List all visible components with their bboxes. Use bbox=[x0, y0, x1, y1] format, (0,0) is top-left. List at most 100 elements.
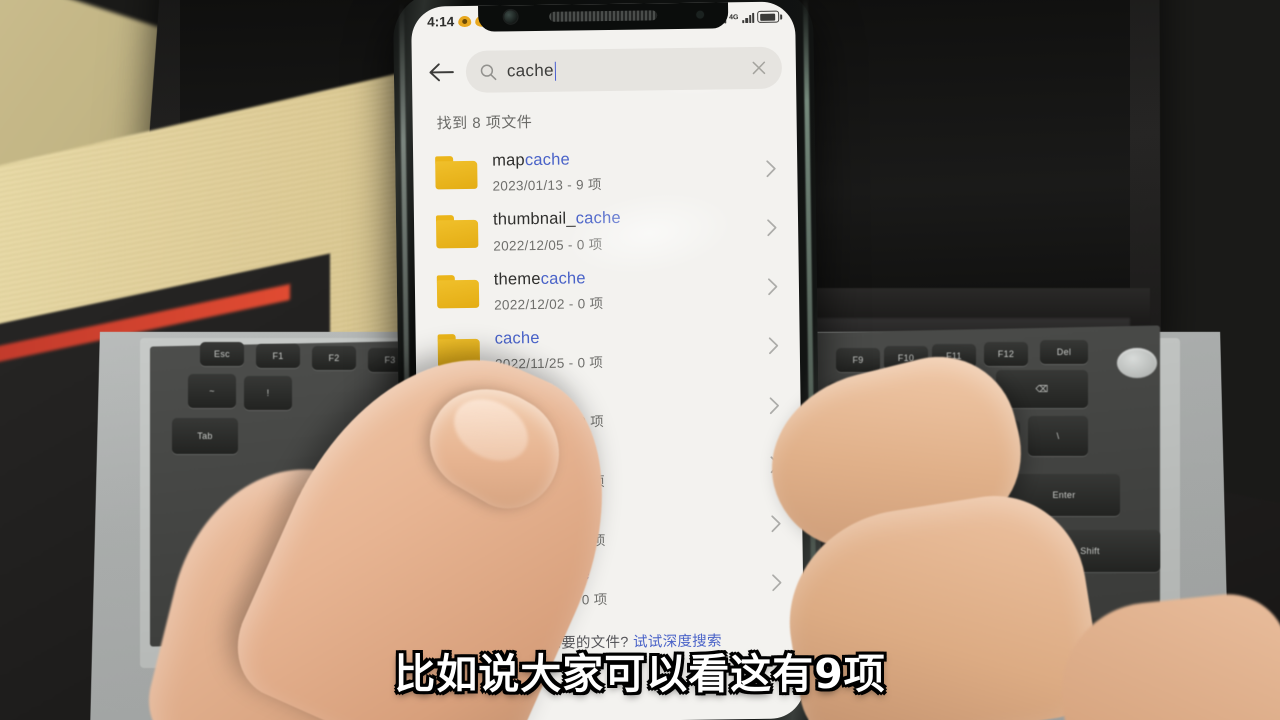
file-item-count: 0 项 bbox=[577, 295, 604, 312]
key-enter[interactable]: Enter bbox=[1008, 474, 1120, 516]
file-meta: mapcache 2023/01/13 - 9 项 bbox=[492, 146, 749, 195]
key-backspace[interactable]: ⌫ bbox=[996, 370, 1088, 408]
search-input-container[interactable]: cache bbox=[465, 46, 783, 93]
key-esc[interactable]: Esc bbox=[200, 342, 244, 366]
file-separator: - bbox=[572, 592, 578, 608]
key-tilde[interactable]: ~ bbox=[188, 374, 236, 408]
signal-icon-2 bbox=[742, 11, 755, 23]
power-button[interactable] bbox=[1117, 348, 1157, 378]
key-equals[interactable]: = bbox=[940, 374, 988, 412]
file-list-item[interactable]: themecache 2022/12/02 - 0 项 bbox=[415, 257, 800, 322]
file-list-item[interactable]: cache 2022/11/25 - 0 项 bbox=[415, 316, 800, 381]
folder-icon bbox=[438, 393, 481, 427]
status-clock: 4:14 bbox=[427, 13, 455, 29]
key-bracket-right[interactable]: ] bbox=[972, 420, 1020, 460]
search-bar: cache bbox=[412, 41, 797, 98]
file-name: cache bbox=[497, 502, 753, 528]
phone-screen: 4:14 ✻ ▴ 4G 4G bbox=[411, 1, 805, 720]
key-f10[interactable]: F10 bbox=[884, 346, 928, 370]
result-count-label: 找到 8 项文件 bbox=[436, 114, 533, 133]
chevron-right-icon bbox=[768, 337, 779, 355]
file-name: themecache bbox=[494, 265, 750, 291]
text-cursor bbox=[554, 61, 557, 81]
file-name-match: cache bbox=[540, 268, 586, 288]
file-meta: themecache 2022/12/02 - 0 项 bbox=[494, 265, 751, 314]
file-list-item[interactable]: themecache 2022/09/10 - 0 项 bbox=[419, 553, 804, 618]
key-shift[interactable]: Shift bbox=[1020, 530, 1160, 572]
file-meta: cache 2022/11/20 - 0 项 bbox=[495, 383, 752, 432]
file-list-item[interactable]: thumbnail_cache 2022/12/05 - 0 项 bbox=[414, 198, 799, 263]
search-input-value: cache bbox=[506, 60, 554, 81]
file-item-count: 0 项 bbox=[577, 355, 604, 371]
file-list-item[interactable]: mapcache 2023/01/13 - 9 项 bbox=[413, 138, 798, 203]
folder-icon bbox=[440, 511, 483, 546]
proximity-sensor-icon bbox=[696, 10, 705, 19]
file-item-count: 9 项 bbox=[575, 177, 602, 193]
network-type-label-2: 4G bbox=[729, 13, 739, 21]
file-date: 2022/11/16 bbox=[497, 533, 568, 550]
key-minus[interactable]: - bbox=[884, 378, 932, 416]
file-subtitle: 2022/11/16 - 1 项 bbox=[497, 527, 753, 551]
file-subtitle: 2022/12/02 - 0 项 bbox=[494, 290, 750, 314]
file-name-prefix: map bbox=[492, 151, 525, 170]
key-0[interactable]: 0 bbox=[828, 382, 876, 420]
search-input[interactable]: cache bbox=[507, 58, 740, 81]
back-button[interactable] bbox=[426, 57, 456, 87]
file-name: mapcache bbox=[492, 146, 748, 172]
folder-icon bbox=[440, 571, 484, 605]
file-item-count: 0 项 bbox=[576, 236, 603, 252]
file-subtitle: 2022/11/20 - 0 项 bbox=[497, 468, 753, 492]
key-1[interactable]: ! bbox=[244, 376, 292, 410]
file-name-prefix: theme bbox=[497, 565, 545, 585]
file-meta: cache 2022/11/25 - 0 项 bbox=[494, 324, 751, 373]
file-meta: cache 2022/11/20 - 0 项 bbox=[496, 442, 753, 491]
file-item-count: 0 项 bbox=[579, 473, 605, 490]
file-date: 2022/12/05 bbox=[493, 237, 565, 254]
key-del[interactable]: Del bbox=[1040, 340, 1088, 364]
key-bracket-left[interactable]: [ bbox=[916, 424, 964, 464]
file-name: thumbnail_cache bbox=[493, 205, 749, 231]
close-icon[interactable] bbox=[750, 59, 768, 77]
file-list-item[interactable]: cache 2022/11/20 - 0 项 bbox=[417, 435, 802, 500]
file-name-prefix: theme bbox=[493, 269, 541, 289]
file-list: mapcache 2023/01/13 - 9 项 thumbnail_cache 2… bbox=[413, 138, 804, 617]
key-f12[interactable]: F12 bbox=[984, 342, 1028, 366]
key-semicolon[interactable]: ; bbox=[952, 478, 1000, 518]
video-subtitle: 比如说大家可以看这有9项 bbox=[394, 650, 886, 698]
folder-icon bbox=[435, 156, 478, 190]
file-name: cache bbox=[494, 324, 750, 350]
chevron-right-icon bbox=[766, 160, 776, 177]
key-f1[interactable]: F1 bbox=[256, 344, 300, 368]
chevron-right-icon bbox=[767, 219, 777, 236]
chevron-right-icon bbox=[768, 278, 778, 296]
key-tab[interactable]: Tab bbox=[172, 418, 238, 454]
file-list-item[interactable]: cache 2022/11/20 - 0 项 bbox=[416, 375, 801, 440]
search-results: 找到 8 项文件 mapcache 2023/01/13 - 9 项 thumbna… bbox=[412, 93, 805, 720]
file-name: themecache bbox=[498, 561, 754, 587]
file-meta: themecache 2022/09/10 - 0 项 bbox=[498, 561, 755, 610]
display-notch bbox=[477, 1, 729, 32]
key-p[interactable]: P bbox=[860, 428, 908, 468]
file-item-count: 0 项 bbox=[578, 414, 605, 430]
key-f2[interactable]: F2 bbox=[312, 346, 356, 370]
file-list-item[interactable]: cache 2022/11/16 - 1 项 bbox=[418, 494, 803, 559]
file-name-match: cache bbox=[575, 209, 621, 228]
folder-icon bbox=[437, 334, 481, 368]
key-backslash[interactable]: \ bbox=[1028, 416, 1088, 456]
back-arrow-icon bbox=[429, 63, 454, 82]
file-separator: - bbox=[568, 355, 574, 371]
file-name-match: cache bbox=[495, 388, 541, 407]
file-meta: cache 2022/11/16 - 1 项 bbox=[497, 502, 754, 551]
key-f11[interactable]: F11 bbox=[932, 344, 976, 368]
file-separator: - bbox=[570, 474, 576, 490]
file-separator: - bbox=[571, 533, 577, 549]
file-subtitle: 2022/12/05 - 0 项 bbox=[493, 231, 749, 255]
chevron-right-icon bbox=[771, 515, 781, 533]
eye-icon bbox=[458, 15, 472, 27]
folder-icon bbox=[439, 452, 482, 486]
folder-icon bbox=[436, 274, 480, 309]
file-date: 2022/11/20 bbox=[495, 414, 566, 431]
file-subtitle: 2022/09/10 - 0 项 bbox=[498, 586, 754, 610]
smartphone: 4:14 ✻ ▴ 4G 4G bbox=[392, 0, 824, 720]
key-f9[interactable]: F9 bbox=[836, 348, 880, 372]
